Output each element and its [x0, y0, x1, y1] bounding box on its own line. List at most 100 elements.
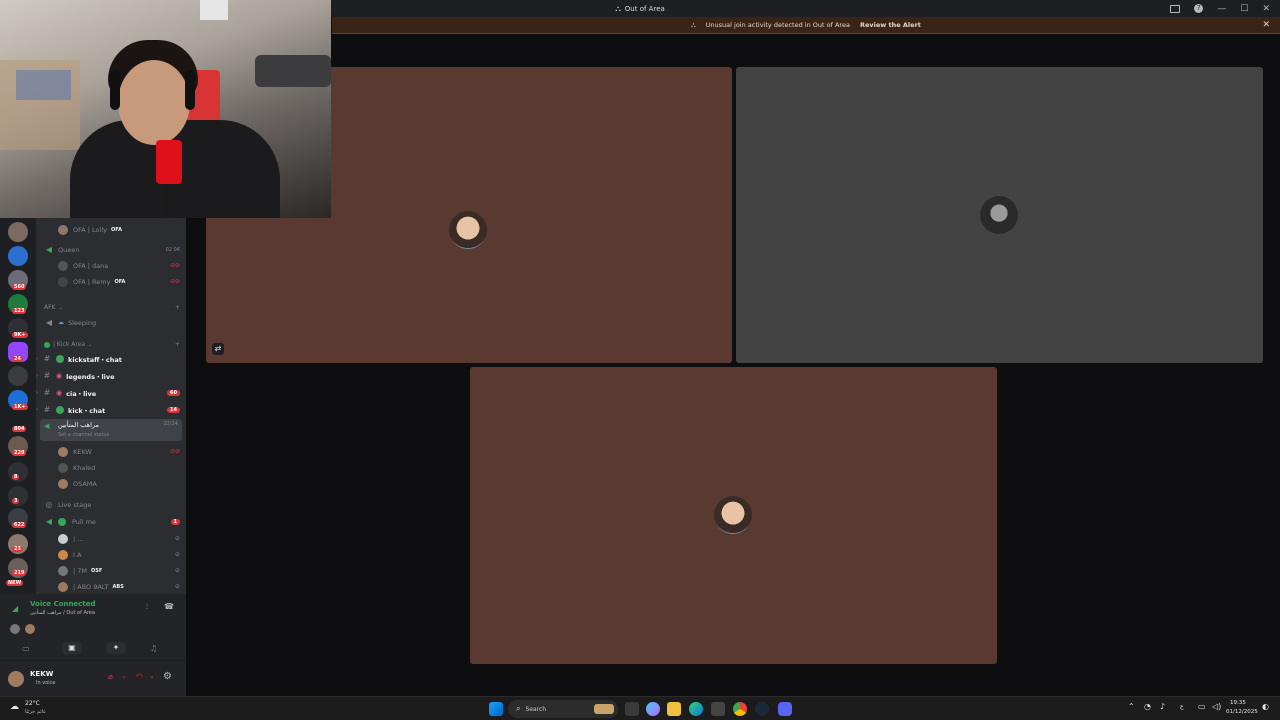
muted-icon: ⊘⊘ — [169, 278, 180, 285]
maximize-button[interactable]: ☐ — [1240, 4, 1248, 14]
close-button[interactable]: ✕ — [1262, 4, 1270, 14]
taskbar: ☁ 22°C غائم جزئيًا ⌕ Search ⌃ ◔ ♪ ع ▭ ◁)… — [0, 696, 1280, 720]
chevron-down-icon[interactable]: ⌄ — [121, 672, 127, 680]
avatar — [58, 224, 68, 235]
voice-user-row[interactable]: OFA | dana ⊘⊘ — [36, 258, 186, 273]
avatar — [58, 260, 68, 271]
search-input[interactable]: ⌕ Search — [508, 700, 618, 718]
chrome-icon[interactable] — [733, 702, 747, 716]
category-afk[interactable]: AFK ⌄ + — [36, 300, 186, 315]
text-channel[interactable]: › # kick・chat 14 — [36, 402, 186, 417]
copilot-icon[interactable] — [646, 702, 660, 716]
server-icon[interactable] — [8, 222, 28, 242]
text-channel[interactable]: › # kickstaff・chat — [36, 351, 186, 366]
text-channel[interactable]: › # ◉ legends・live — [36, 368, 186, 383]
voice-user-row[interactable]: Khaled — [36, 460, 186, 475]
unread-badge: 229 — [12, 450, 27, 456]
voice-channel-pull-me[interactable]: ◀ Pull me 1 — [36, 514, 186, 529]
screen-share-icon[interactable]: ▣ — [62, 642, 82, 654]
stream-swap-icon[interactable]: ⇄ — [212, 343, 224, 355]
steam-icon[interactable] — [755, 702, 769, 716]
avatar — [10, 624, 20, 634]
category-kick-area[interactable]: | Kick Area ⌄ + — [36, 337, 186, 352]
avatar — [58, 276, 68, 287]
avatar — [58, 478, 68, 489]
activities-icon[interactable]: ✦ — [106, 642, 126, 654]
voice-channel-active[interactable]: ◀ مراهب المتأنين 22/24 Set a channel sta… — [40, 419, 182, 441]
voice-location[interactable]: مراهب المتأنين / Out of Area — [30, 610, 95, 616]
voice-user-row[interactable]: | ... ⊘ — [36, 531, 186, 546]
edge-icon[interactable] — [689, 702, 703, 716]
text-channel[interactable]: › # ◉ cia・live 60 — [36, 385, 186, 400]
clock-date[interactable]: 01/12/2025 — [1226, 709, 1258, 715]
disconnect-icon[interactable]: ☎ — [164, 602, 174, 611]
camera-icon[interactable]: ▭ — [22, 644, 30, 653]
discord-icon[interactable] — [778, 702, 792, 716]
notification-icon[interactable]: ◐ — [1262, 702, 1269, 711]
mute-mic-icon[interactable]: ⌀ — [108, 672, 113, 681]
chevron-up-icon[interactable]: ⌃ — [1128, 702, 1135, 711]
mention-badge: 1 — [170, 518, 180, 525]
green-dot-icon — [44, 341, 50, 348]
voice-status[interactable]: Voice Connected — [30, 600, 96, 608]
unread-badge: 219 — [12, 570, 27, 576]
clock-time[interactable]: 19:35 — [1230, 700, 1246, 706]
volume-icon[interactable]: ◁) — [1212, 702, 1221, 711]
minimize-button[interactable]: — — [1217, 4, 1226, 14]
chevron-down-icon[interactable]: ⌄ — [149, 672, 155, 680]
voice-channel-queen[interactable]: ◀ Queen 02 04 — [36, 242, 186, 257]
voice-user-row[interactable]: | 7M OSF ⊘ — [36, 563, 186, 578]
review-alert-link[interactable]: Review the Alert — [860, 21, 921, 29]
network-icon[interactable]: ◔ — [1144, 702, 1151, 711]
avatar[interactable] — [8, 671, 24, 687]
username[interactable]: KEKW — [30, 670, 53, 678]
server-icon[interactable] — [8, 246, 28, 266]
weather-temp[interactable]: 22°C — [25, 700, 40, 707]
avatar — [58, 565, 68, 576]
stage-channel[interactable]: ◎ Live stage — [36, 497, 186, 512]
weather-text[interactable]: غائم جزئيًا — [25, 709, 46, 715]
deafen-icon[interactable]: ◠ — [136, 672, 143, 681]
voice-channel-sleeping[interactable]: ◀ ☁ Sleeping — [36, 315, 186, 330]
avatar — [58, 446, 68, 457]
video-tile-2[interactable] — [736, 67, 1263, 363]
hash-icon: # — [43, 371, 51, 380]
server-icon[interactable] — [8, 366, 28, 386]
voice-user-row[interactable]: I A ⊘ — [36, 547, 186, 562]
unread-badge: 23 — [12, 546, 23, 552]
signal-icon: ◢ — [12, 604, 19, 613]
window-title: ⛬ Out of Area — [615, 3, 665, 13]
muted-icon: ⊘⊘ — [169, 448, 180, 455]
window-controls: ? — ☐ ✕ — [1170, 0, 1280, 17]
user-limit: 02 04 — [165, 246, 180, 253]
file-explorer-icon[interactable] — [667, 702, 681, 716]
server-tag: OFA — [110, 226, 122, 233]
avatar — [25, 624, 35, 634]
unread-badge: 1K+ — [12, 404, 28, 410]
noise-suppression-icon[interactable]: ⫶ — [146, 602, 148, 612]
start-icon[interactable] — [489, 702, 503, 716]
channel-list: OFA | Lolly OFA ◀ Queen 02 04 OFA | dana… — [36, 218, 186, 594]
alert-close-icon[interactable]: ✕ — [1262, 17, 1270, 34]
inbox-icon[interactable] — [1170, 4, 1181, 13]
help-icon[interactable]: ? — [1194, 4, 1204, 13]
video-tile-3[interactable] — [470, 367, 997, 664]
soundboard-icon[interactable]: ♫ — [150, 644, 157, 653]
voice-user-row[interactable]: OSAMA — [36, 476, 186, 491]
voice-user-row[interactable]: OFA | Lolly OFA — [36, 222, 186, 237]
add-icon[interactable]: + — [175, 304, 180, 311]
server-rail: 560 123 9K+ 24 1K+ 804 229 8 3 622 23 21… — [0, 218, 36, 594]
chevron-down-icon: ⌄ — [88, 341, 93, 348]
voice-user-row[interactable]: | ABO 9ALT ABS ⊘ — [36, 579, 186, 594]
voice-user-row[interactable]: KEKW ⊘⊘ — [36, 444, 186, 459]
gear-icon[interactable]: ⚙ — [163, 671, 172, 682]
store-icon[interactable] — [711, 702, 725, 716]
language-indicator[interactable]: ع — [1180, 703, 1184, 710]
mention-badge: 60 — [167, 389, 180, 396]
microphone-icon[interactable]: ♪ — [1160, 702, 1165, 711]
add-icon[interactable]: + — [175, 341, 180, 348]
task-view-icon[interactable] — [625, 702, 639, 716]
chevron-down-icon: ⌄ — [58, 304, 63, 311]
wifi-icon[interactable]: ▭ — [1198, 702, 1206, 711]
voice-user-row[interactable]: OFA | Remy OFA ⊘⊘ — [36, 274, 186, 289]
